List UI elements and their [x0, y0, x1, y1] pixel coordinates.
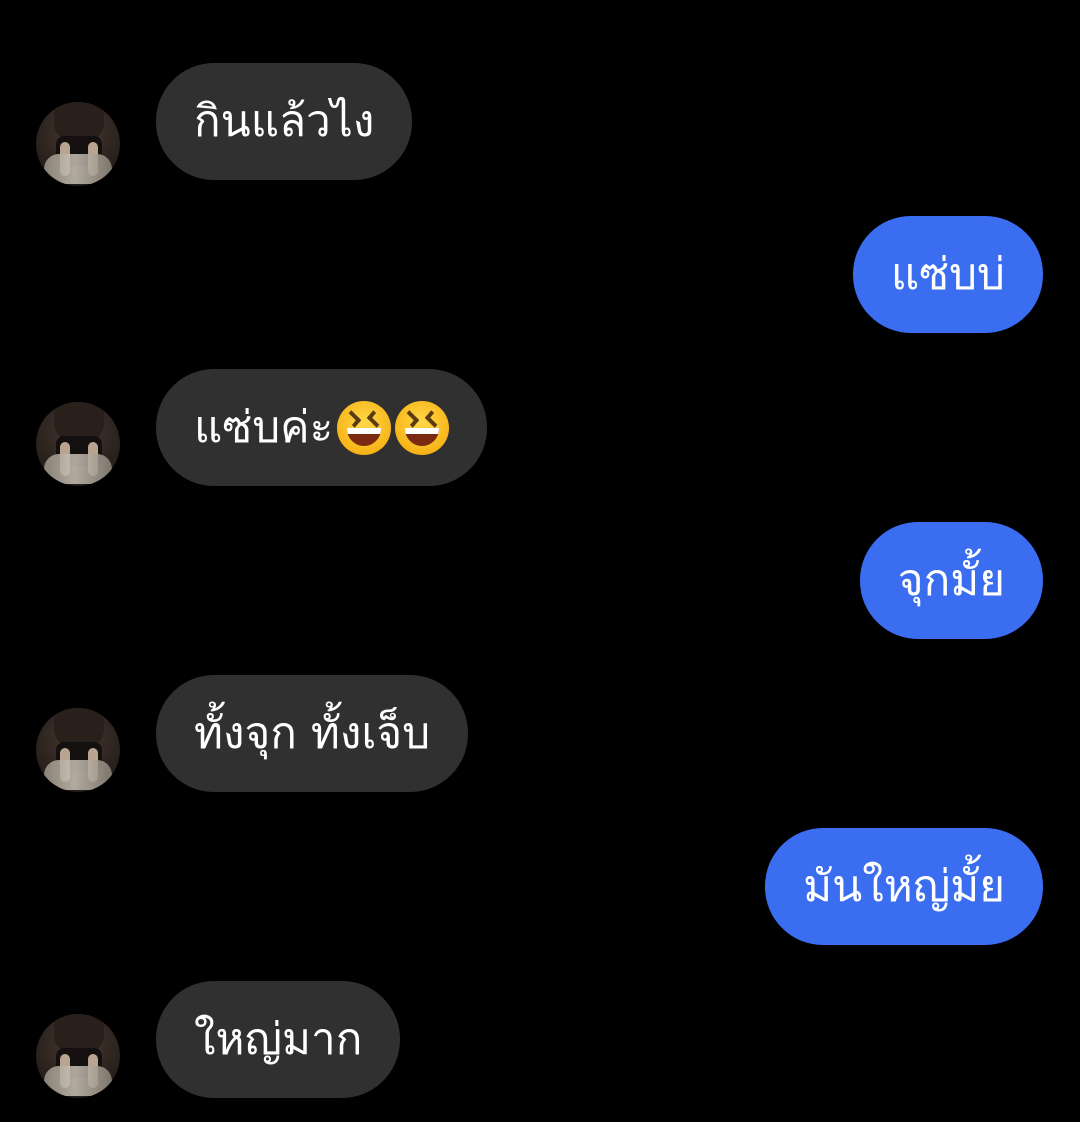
- avatar[interactable]: [36, 708, 120, 792]
- avatar[interactable]: [36, 1014, 120, 1098]
- message-text: ใหญ่มาก: [194, 1013, 363, 1065]
- grinning-squinting-face-icon: [337, 400, 392, 455]
- message-bubble-outgoing[interactable]: จุกมั้ย: [859, 522, 1043, 639]
- avatar[interactable]: [36, 102, 120, 186]
- message-row-outgoing: มันใหญ่มั้ย: [0, 828, 1080, 946]
- message-row-incoming: กินแล้วไง: [0, 63, 1080, 186]
- avatar[interactable]: [36, 402, 120, 486]
- message-text: ทั้งจุก ทั้งเจ็บ: [194, 707, 431, 759]
- message-text: แซ่บค่ะ: [194, 401, 334, 453]
- grinning-squinting-face-icon: [395, 400, 450, 455]
- message-row-outgoing: แซ่บบ่: [0, 216, 1080, 334]
- message-text: แซ่บบ่: [890, 248, 1005, 300]
- message-bubble-incoming[interactable]: ทั้งจุก ทั้งเจ็บ: [156, 675, 469, 792]
- message-bubble-outgoing[interactable]: แซ่บบ่: [852, 216, 1043, 333]
- message-bubble-incoming[interactable]: ใหญ่มาก: [156, 981, 401, 1098]
- message-thread: กินแล้วไง แซ่บบ่ แซ่บค่ะ จุกมั้ย ทั้งจุก…: [0, 0, 1080, 1122]
- message-row-incoming: ใหญ่มาก: [0, 981, 1080, 1099]
- message-row-incoming: แซ่บค่ะ: [0, 369, 1080, 487]
- message-bubble-incoming[interactable]: กินแล้วไง: [156, 63, 413, 180]
- message-text: กินแล้วไง: [194, 95, 375, 147]
- message-row-incoming: ทั้งจุก ทั้งเจ็บ: [0, 675, 1080, 793]
- message-text: จุกมั้ย: [897, 554, 1005, 606]
- message-bubble-incoming[interactable]: แซ่บค่ะ: [156, 369, 488, 486]
- message-text: มันใหญ่มั้ย: [803, 860, 1005, 912]
- message-bubble-outgoing[interactable]: มันใหญ่มั้ย: [765, 828, 1043, 945]
- message-row-outgoing: จุกมั้ย: [0, 522, 1080, 640]
